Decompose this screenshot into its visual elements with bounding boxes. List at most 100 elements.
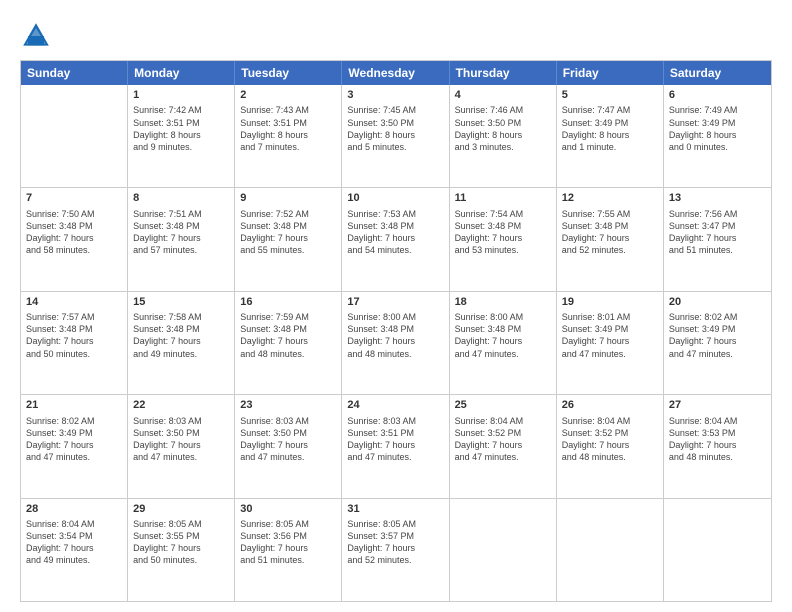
daylight-line1: Daylight: 8 hours [347, 129, 443, 141]
sunset-line: Sunset: 3:55 PM [133, 530, 229, 542]
calendar-cell: 6Sunrise: 7:49 AMSunset: 3:49 PMDaylight… [664, 85, 771, 187]
day-number: 14 [26, 295, 122, 310]
sunrise-line: Sunrise: 7:42 AM [133, 104, 229, 116]
daylight-line2: and 50 minutes. [133, 554, 229, 566]
daylight-line2: and 0 minutes. [669, 141, 766, 153]
daylight-line2: and 52 minutes. [562, 244, 658, 256]
day-number: 9 [240, 191, 336, 206]
calendar-cell [450, 499, 557, 601]
daylight-line1: Daylight: 7 hours [347, 542, 443, 554]
day-number: 23 [240, 398, 336, 413]
logo [20, 20, 56, 52]
header-day-saturday: Saturday [664, 61, 771, 85]
daylight-line1: Daylight: 7 hours [26, 542, 122, 554]
calendar-cell: 7Sunrise: 7:50 AMSunset: 3:48 PMDaylight… [21, 188, 128, 290]
sunset-line: Sunset: 3:48 PM [347, 323, 443, 335]
sunrise-line: Sunrise: 7:56 AM [669, 208, 766, 220]
day-number: 6 [669, 88, 766, 103]
daylight-line2: and 47 minutes. [455, 451, 551, 463]
calendar-row-2: 14Sunrise: 7:57 AMSunset: 3:48 PMDayligh… [21, 291, 771, 394]
calendar-cell [557, 499, 664, 601]
daylight-line1: Daylight: 7 hours [240, 439, 336, 451]
sunrise-line: Sunrise: 8:02 AM [669, 311, 766, 323]
day-number: 19 [562, 295, 658, 310]
sunrise-line: Sunrise: 8:05 AM [240, 518, 336, 530]
sunset-line: Sunset: 3:48 PM [240, 323, 336, 335]
header-day-tuesday: Tuesday [235, 61, 342, 85]
calendar-cell [21, 85, 128, 187]
calendar-cell: 12Sunrise: 7:55 AMSunset: 3:48 PMDayligh… [557, 188, 664, 290]
calendar-cell: 3Sunrise: 7:45 AMSunset: 3:50 PMDaylight… [342, 85, 449, 187]
calendar-cell: 1Sunrise: 7:42 AMSunset: 3:51 PMDaylight… [128, 85, 235, 187]
sunset-line: Sunset: 3:49 PM [562, 323, 658, 335]
calendar-cell: 21Sunrise: 8:02 AMSunset: 3:49 PMDayligh… [21, 395, 128, 497]
calendar-cell: 14Sunrise: 7:57 AMSunset: 3:48 PMDayligh… [21, 292, 128, 394]
sunrise-line: Sunrise: 8:02 AM [26, 415, 122, 427]
daylight-line1: Daylight: 7 hours [669, 335, 766, 347]
daylight-line1: Daylight: 8 hours [133, 129, 229, 141]
daylight-line1: Daylight: 7 hours [133, 335, 229, 347]
daylight-line1: Daylight: 7 hours [562, 439, 658, 451]
sunset-line: Sunset: 3:54 PM [26, 530, 122, 542]
sunrise-line: Sunrise: 8:04 AM [669, 415, 766, 427]
sunset-line: Sunset: 3:48 PM [26, 220, 122, 232]
sunrise-line: Sunrise: 7:49 AM [669, 104, 766, 116]
sunset-line: Sunset: 3:49 PM [562, 117, 658, 129]
sunrise-line: Sunrise: 8:01 AM [562, 311, 658, 323]
sunset-line: Sunset: 3:50 PM [133, 427, 229, 439]
day-number: 17 [347, 295, 443, 310]
daylight-line1: Daylight: 7 hours [347, 232, 443, 244]
calendar-cell [664, 499, 771, 601]
sunset-line: Sunset: 3:50 PM [347, 117, 443, 129]
daylight-line1: Daylight: 7 hours [26, 439, 122, 451]
calendar-row-4: 28Sunrise: 8:04 AMSunset: 3:54 PMDayligh… [21, 498, 771, 601]
day-number: 26 [562, 398, 658, 413]
daylight-line2: and 54 minutes. [347, 244, 443, 256]
day-number: 24 [347, 398, 443, 413]
calendar-cell: 27Sunrise: 8:04 AMSunset: 3:53 PMDayligh… [664, 395, 771, 497]
sunrise-line: Sunrise: 8:03 AM [133, 415, 229, 427]
daylight-line2: and 9 minutes. [133, 141, 229, 153]
daylight-line2: and 51 minutes. [240, 554, 336, 566]
calendar-cell: 16Sunrise: 7:59 AMSunset: 3:48 PMDayligh… [235, 292, 342, 394]
day-number: 13 [669, 191, 766, 206]
sunrise-line: Sunrise: 8:05 AM [133, 518, 229, 530]
sunrise-line: Sunrise: 8:05 AM [347, 518, 443, 530]
daylight-line1: Daylight: 8 hours [669, 129, 766, 141]
daylight-line2: and 5 minutes. [347, 141, 443, 153]
logo-icon [20, 20, 52, 52]
daylight-line1: Daylight: 7 hours [455, 232, 551, 244]
day-number: 29 [133, 502, 229, 517]
sunset-line: Sunset: 3:53 PM [669, 427, 766, 439]
header-day-monday: Monday [128, 61, 235, 85]
calendar-body: 1Sunrise: 7:42 AMSunset: 3:51 PMDaylight… [21, 85, 771, 601]
daylight-line1: Daylight: 7 hours [133, 542, 229, 554]
daylight-line2: and 7 minutes. [240, 141, 336, 153]
daylight-line1: Daylight: 7 hours [562, 335, 658, 347]
daylight-line2: and 47 minutes. [347, 451, 443, 463]
day-number: 30 [240, 502, 336, 517]
daylight-line2: and 50 minutes. [26, 348, 122, 360]
daylight-line1: Daylight: 7 hours [669, 232, 766, 244]
calendar-row-0: 1Sunrise: 7:42 AMSunset: 3:51 PMDaylight… [21, 85, 771, 187]
daylight-line1: Daylight: 7 hours [240, 335, 336, 347]
sunset-line: Sunset: 3:50 PM [455, 117, 551, 129]
calendar-cell: 8Sunrise: 7:51 AMSunset: 3:48 PMDaylight… [128, 188, 235, 290]
sunrise-line: Sunrise: 7:43 AM [240, 104, 336, 116]
calendar-cell: 23Sunrise: 8:03 AMSunset: 3:50 PMDayligh… [235, 395, 342, 497]
daylight-line2: and 55 minutes. [240, 244, 336, 256]
calendar-cell: 20Sunrise: 8:02 AMSunset: 3:49 PMDayligh… [664, 292, 771, 394]
day-number: 2 [240, 88, 336, 103]
daylight-line2: and 57 minutes. [133, 244, 229, 256]
daylight-line1: Daylight: 8 hours [455, 129, 551, 141]
daylight-line1: Daylight: 8 hours [240, 129, 336, 141]
sunset-line: Sunset: 3:49 PM [669, 323, 766, 335]
sunset-line: Sunset: 3:51 PM [240, 117, 336, 129]
sunset-line: Sunset: 3:48 PM [347, 220, 443, 232]
sunset-line: Sunset: 3:49 PM [26, 427, 122, 439]
daylight-line2: and 53 minutes. [455, 244, 551, 256]
sunset-line: Sunset: 3:48 PM [240, 220, 336, 232]
daylight-line2: and 48 minutes. [240, 348, 336, 360]
daylight-line2: and 47 minutes. [562, 348, 658, 360]
daylight-line2: and 52 minutes. [347, 554, 443, 566]
